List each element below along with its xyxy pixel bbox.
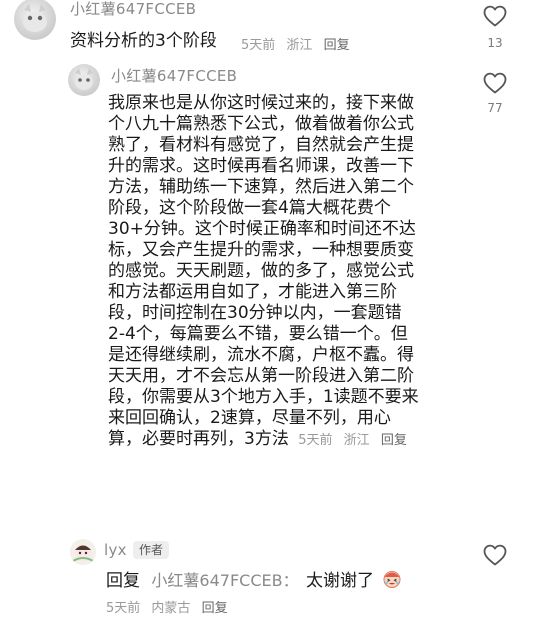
- reply1-like-button[interactable]: [482, 71, 508, 99]
- reply1-meta: 5天前 浙江 回复: [298, 433, 407, 448]
- reply1-location: 浙江: [343, 433, 370, 448]
- reply1-time: 5天前: [298, 433, 333, 448]
- comment1-location: 浙江: [286, 38, 313, 53]
- reply2-username[interactable]: lyx: [104, 541, 127, 559]
- reply2-time: 5天前: [106, 601, 141, 616]
- reply1-text-line: 来回回确认，2速算，尽量不列，用心: [108, 408, 391, 428]
- comment1-time: 5天前: [241, 38, 276, 53]
- reply1-username[interactable]: 小红薯647FCCEB: [111, 65, 237, 86]
- comment1-username[interactable]: 小红薯647FCCEB: [70, 0, 196, 19]
- reply1-like-count: 77: [487, 101, 503, 115]
- reply2-like-button[interactable]: [482, 543, 508, 571]
- heart-outline-icon: [483, 72, 507, 94]
- reply1-text-line: 升的需求。这时候再看名师课，改善一下: [108, 156, 414, 176]
- avatar-image: [72, 545, 94, 562]
- laughing-cry-emoji-icon: [382, 569, 402, 594]
- reply2-text: 太谢谢了: [306, 571, 374, 591]
- reply1-text-line: 方法，辅助练一下速算，然后进入第二个: [108, 177, 414, 197]
- avatar-image: [23, 4, 47, 32]
- reply1-text-line: 熟了，看材料有感觉了，自然就会产生提: [108, 135, 414, 155]
- avatar-reply2[interactable]: [70, 539, 96, 565]
- author-badge: 作者: [133, 541, 170, 559]
- reply2-reply-button[interactable]: 回复: [202, 601, 228, 616]
- reply1-text-line: 段，时间控制在30分钟以内，一套题错: [108, 303, 402, 323]
- reply1-text-line: 我原来也是从你这时候过来的，接下来做: [108, 93, 414, 113]
- reply1-text-line: 2-4个，每篇要么不错，要么错一个。但: [108, 324, 408, 344]
- comment1-reply-button[interactable]: 回复: [324, 38, 350, 53]
- reply1-text-line: 的感觉。天天刷题，做的多了，感觉公式: [108, 261, 414, 281]
- heart-outline-icon: [483, 544, 507, 566]
- reply2-text-line: 回复 小红薯647FCCEB： 太谢谢了: [106, 569, 402, 594]
- reply1-text-line: 是还得继续刷，流水不腐，户枢不蠹。得: [108, 345, 414, 365]
- reply1-text-line: 段，你需要从3个地方入手，1读题不要来: [108, 387, 419, 407]
- reply2-meta: 5天前 内蒙古 回复: [106, 597, 235, 616]
- avatar-reply1[interactable]: [68, 64, 100, 96]
- reply1-last-line-text: 算，必要时再列，3方法: [108, 429, 289, 449]
- reply2-prefix: 回复: [106, 571, 140, 591]
- reply1-text-line: 阶段，这个阶段做一套4篇大概花费个: [108, 198, 391, 218]
- comment1-text: 资料分析的3个阶段: [70, 31, 217, 51]
- reply1-last-line: 算，必要时再列，3方法 5天前 浙江 回复: [108, 429, 478, 451]
- comment1-like-button[interactable]: [482, 4, 508, 32]
- reply1-reply-button[interactable]: 回复: [381, 433, 407, 448]
- reply2-target-user[interactable]: 小红薯647FCCEB：: [151, 571, 298, 590]
- reply1-text: 我原来也是从你这时候过来的，接下来做 个八九十篇熟悉下公式，做着做着你公式 熟了，看…: [108, 93, 478, 451]
- reply2-location: 内蒙古: [151, 601, 191, 616]
- reply1-text-line: 天天用，才不会忘从第一阶段进入第二阶: [108, 366, 414, 386]
- heart-outline-icon: [483, 5, 507, 27]
- avatar-commenter[interactable]: [14, 0, 56, 40]
- reply1-text-line: 30+分钟。这个时候正确率和时间还不达: [108, 219, 416, 239]
- comment1-like-count: 13: [487, 36, 503, 50]
- avatar-image: [75, 68, 93, 90]
- comment1-meta: 5天前 浙江 回复: [241, 34, 357, 53]
- reply1-text-line: 个八九十篇熟悉下公式，做着做着你公式: [108, 114, 414, 134]
- reply1-text-line: 标，又会产生提升的需求，一种想要质变: [108, 240, 414, 260]
- reply1-text-line: 和方法都运用自如了，才能进入第三阶: [108, 282, 397, 302]
